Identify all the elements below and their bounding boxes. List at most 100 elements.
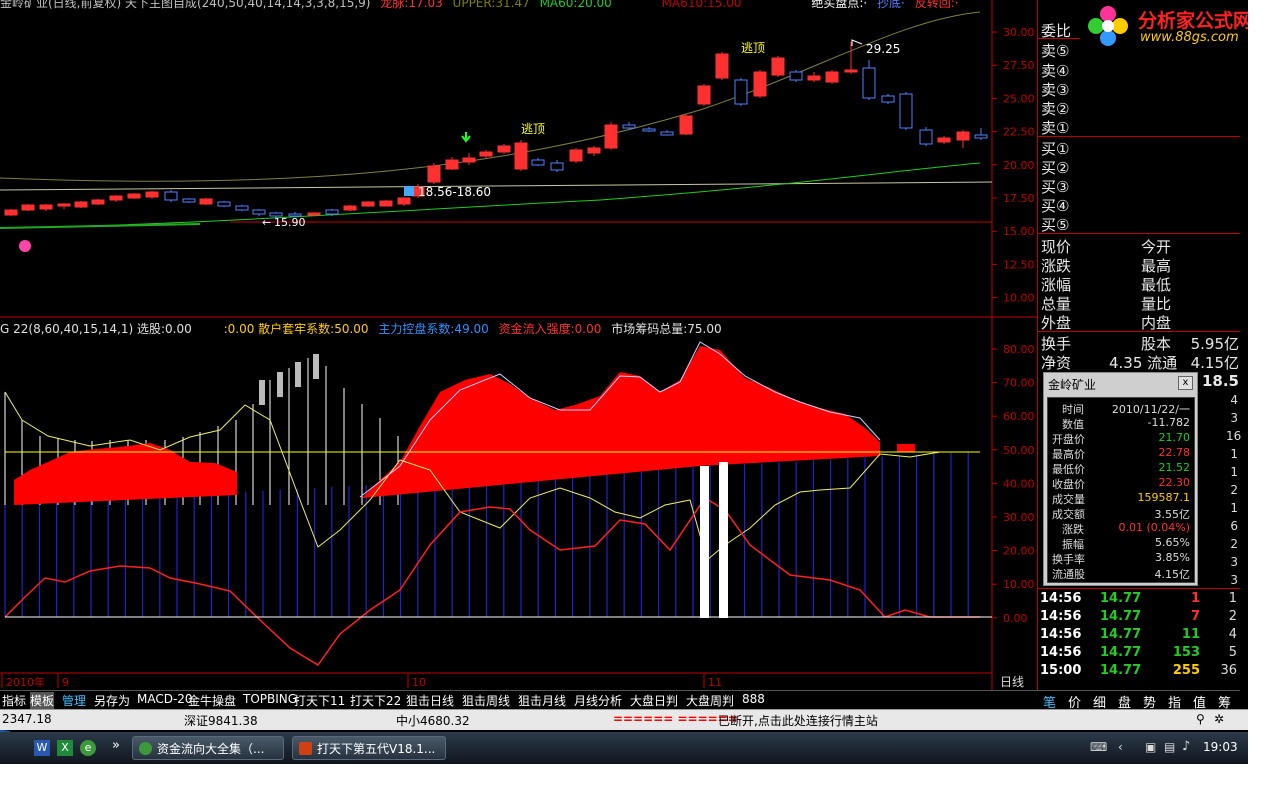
volume-icon[interactable]: ♪ [1182,739,1190,754]
y-tick-label: 10.00 [1003,292,1035,305]
status-sz: 深证9841.38 [184,714,258,728]
chart-canvas[interactable]: 30.00 27.50 25.00 22.50 20.00 17.50 15.00 12.50… [0,0,1037,690]
side-digit: 3 [1230,555,1238,569]
menu-item[interactable]: 金牛操盘 [188,692,236,709]
ask-4: 卖④ [1041,62,1070,80]
menu-item[interactable]: MACD-20 [137,692,193,706]
menu-item[interactable]: 管理 [62,692,86,709]
y-tick-label: 80.00 [1003,343,1035,356]
browser-icon [139,742,152,755]
menu-item[interactable]: 指标 [2,692,26,709]
ind-retail: :0.00 散户套牢系数:50.00 [223,322,369,336]
popup-value: 21.70 [1158,431,1191,444]
y-tick-label: 17.50 [1003,192,1035,205]
popup-row: 涨跌 0.01 (0.04%) [1050,521,1192,536]
title-right2: 抄底· [877,0,905,10]
menu-item[interactable]: 888 [742,692,765,706]
title-ma3: MA60:20.00 [539,0,612,10]
menu-item[interactable]: TOPBING [243,692,297,706]
candle-body [21,204,35,211]
menu-item[interactable]: 狙击日线 [406,692,454,709]
word-icon[interactable]: W [34,740,50,756]
popup-value: 159587.1 [1137,491,1191,504]
buy-signal-marker [404,186,414,196]
menu-item[interactable]: 另存为 [94,692,130,709]
bid-5: 买⑤ [1041,216,1070,234]
candle-body [569,149,583,162]
menu-item[interactable]: 狙击月线 [518,692,566,709]
candle-body [697,85,711,105]
tick-row: 14:56 14.77 1 1 [1040,591,1240,609]
right-tabs: 笔价细盘势指值筹 [1037,690,1240,711]
browser-icon[interactable]: e [80,740,96,756]
taskbar-button-label: 资金流向大全集（... [157,742,265,756]
smiley-icon [19,240,31,252]
popup-value: 22.78 [1158,446,1191,459]
menu-item[interactable]: 打天下22 [350,692,401,709]
side-digit: 2 [1230,483,1238,497]
keyboard-icon[interactable]: ⌨ [1090,740,1107,754]
candle-body [789,71,803,81]
excel-icon[interactable]: X [57,740,73,756]
popup-key: 时间 [1062,403,1084,416]
tick-volume: 1 [1190,591,1200,606]
menu-item[interactable]: 月线分析 [574,692,622,709]
tray-arrow-icon[interactable]: ‹ [1118,740,1123,754]
antenna-icon[interactable]: ⚲ [1196,712,1205,726]
popup-key: 最低价 [1052,463,1085,476]
menu-item[interactable]: 打天下11 [294,692,345,709]
candle-body [127,193,141,199]
bid-2: 买② [1041,159,1070,177]
bid-4: 买④ [1041,197,1070,215]
popup-close-button[interactable]: x [1178,376,1193,390]
taskbar-button-browser[interactable]: 资金流向大全集（... [132,736,284,760]
breakout-label: 18.56-18.60 [418,185,491,199]
candle-body [462,157,476,163]
menu-item[interactable]: 模板 [30,692,55,709]
settings-icon[interactable]: ✲ [1214,712,1224,726]
ind-name: G 22(8,60,40,15,14,1) 选股:0.00 [0,322,192,336]
chart-area[interactable]: 30.00 27.50 25.00 22.50 20.00 17.50 15.00 12.50… [0,0,1037,690]
popup-key: 换手率 [1052,553,1085,566]
y-tick-label: 20.00 [1003,159,1035,172]
y-tick-label: 50.00 [1003,444,1035,457]
candle-body [379,200,393,207]
menu-item[interactable]: 狙击周线 [462,692,510,709]
display-icon[interactable]: ▤ [1164,740,1175,754]
data-popup[interactable]: 金岭矿业 x 时间 2010/11/22/一 数值 -11.782 开盘价 21.70 最高… [1043,372,1198,586]
gray-bar [277,372,283,397]
candle-body [199,198,213,205]
popup-value: 5.65% [1155,536,1190,549]
tick-price: 14.77 [1100,591,1142,606]
taskbar-button-app[interactable]: 打天下第五代V18.1... [292,736,446,760]
network-icon[interactable]: ▣ [1145,740,1156,754]
y-tick-label: 40.00 [1003,477,1035,490]
tick-volume: 153 [1172,645,1200,660]
candle-body [307,212,321,216]
side-digit: 6 [1230,519,1238,533]
y-tick-label: 30.00 [1003,26,1035,39]
ask-3: 卖③ [1041,81,1070,99]
clock[interactable]: 19:03 [1203,740,1238,754]
candle-body [74,201,88,208]
menu-item[interactable]: 大盘日判 [630,692,678,709]
main-chart-title: 金岭矿业(日线,前复权) 天下主图自成(240,50,40,14,14,3,3,… [0,0,965,10]
candle-body [734,79,748,105]
candle-body [39,204,53,210]
connection-status[interactable]: 已断开,点击此处连接行情主站 [718,712,878,729]
buy-arrow-icon [461,132,471,143]
popup-value: 3.85% [1155,551,1190,564]
tick-count: 2 [1228,609,1237,624]
candle-body [974,134,988,139]
tick-row: 14:56 14.77 7 2 [1040,609,1240,627]
candle-body [427,165,441,183]
candle-body [715,53,729,79]
popup-key: 收盘价 [1052,478,1085,491]
menu-item[interactable]: 大盘周判 [686,692,734,709]
more-icon[interactable]: » [112,738,120,753]
popup-row: 数值 -11.782 [1050,416,1192,431]
y-tick-label: 30.00 [1003,511,1035,524]
candle-body [479,151,493,157]
tick-time: 14:56 [1040,645,1082,660]
title-ma2: UPPER:31.47 [452,0,530,10]
